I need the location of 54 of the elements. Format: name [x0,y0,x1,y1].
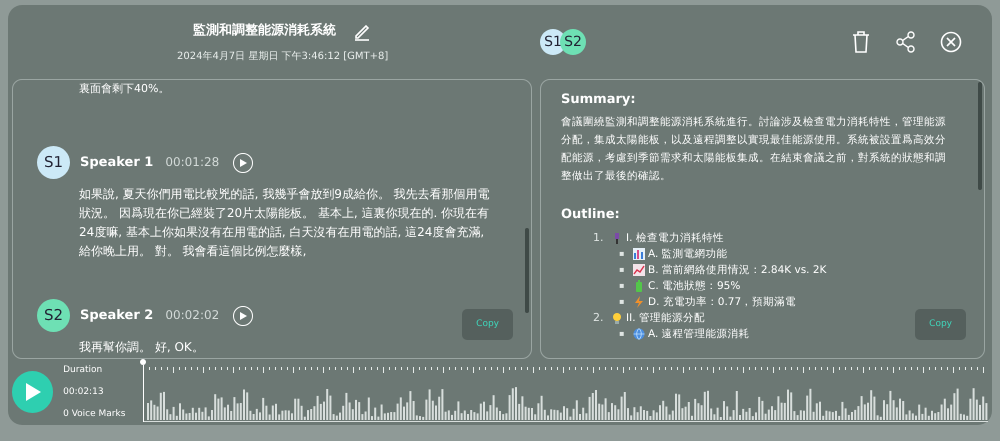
list-marker: 1. [593,230,604,246]
copy-button[interactable]: Copy [915,309,966,340]
meeting-title: 監測和調整能源消耗系統 [193,22,336,40]
globe-icon [633,328,645,340]
transcript-text: 裏面會剩下40%。 [78,81,170,97]
outline-item: I. 檢查電力消耗特性 [626,231,724,246]
outline-item: B. 當前網絡使用情況：2.84K vs. 2K [648,263,826,278]
playhead-handle[interactable] [140,359,146,365]
play-icon [24,383,41,401]
list-marker: ▪ [619,264,626,276]
timestamp: 00:02:02 [165,307,220,324]
close-button[interactable] [940,31,962,53]
list-marker: ▪ [619,296,626,308]
outline-item: C. 電池狀態：95% [648,279,740,294]
speaker-name: Speaker 1 [80,154,154,172]
summary-heading: Summary: [561,91,637,109]
battery-icon [633,280,645,292]
copy-button[interactable]: Copy [462,309,513,340]
outline-item: A. 遠程管理能源消耗 [648,327,750,342]
outline-item: A. 監測電網功能 [648,247,728,262]
share-button[interactable] [896,31,916,53]
list-marker: ▪ [619,280,626,292]
summary-text: 會議圍繞監測和調整能源消耗系統進行。討論涉及檢查電力消耗特性，管理能源分配，集成太陽能板，以及遠程調整以實現最佳能源使用。系統被設置爲高效分配能源，考慮到季節需求和太陽能板集成。在結束會議之前，對系統的狀態和調整做出了最後的確認。 [561,115,947,184]
voice-marks-count: 0 Voice Marks [63,408,126,421]
trash-icon [850,30,872,54]
meeting-datetime: 2024年4月7日 星期日 下午3:46:12 [GMT+8] [177,50,388,64]
duration-value: 00:02:13 [63,386,105,399]
lightbulb-icon [611,312,623,324]
list-marker: ▪ [619,248,626,260]
close-icon [940,31,962,53]
line-chart-icon [633,264,645,276]
outline-item: D. 充電功率：0.77，預期滿電 [648,295,796,310]
bar-chart-icon [633,248,645,260]
play-button[interactable] [12,371,54,413]
play-button[interactable] [233,306,254,326]
duration-label: Duration [63,364,104,377]
list-marker: 2. [593,310,604,326]
playhead-line [142,365,144,422]
speaker-avatar: S1 [37,146,70,179]
play-icon [239,312,248,320]
speaker-avatar: S2 [37,299,70,332]
timestamp: 00:01:28 [165,154,220,171]
participant-avatar: S2 [560,29,586,55]
list-marker: ▪ [619,328,626,340]
transcript-text: 如果說, 夏天你們用電比較兇的話, 我幾乎會放到9成給你。 我先去看那個用電狀況。 因爲現在你已經裝了20片太陽能板。 基本上, 這裏你現在的. 你現在有24度嘛, 基本上你如果沒有在用電的話, 白天沒有在用電的話, 這24度會充滿, 給你晚上用。 對。 我會看這個比例怎麼樣, [79,186,491,260]
speaker-name: Speaker 2 [80,307,154,325]
play-button[interactable] [233,152,254,172]
share-icon [896,31,916,53]
play-icon [239,158,248,166]
lightning-icon [633,296,645,308]
outline-item: II. 管理能源分配 [626,311,705,326]
outline-heading: Outline: [561,206,621,224]
transcript-text: 我再幫你調。 好, OK。 [79,339,205,356]
delete-button[interactable] [850,30,872,54]
